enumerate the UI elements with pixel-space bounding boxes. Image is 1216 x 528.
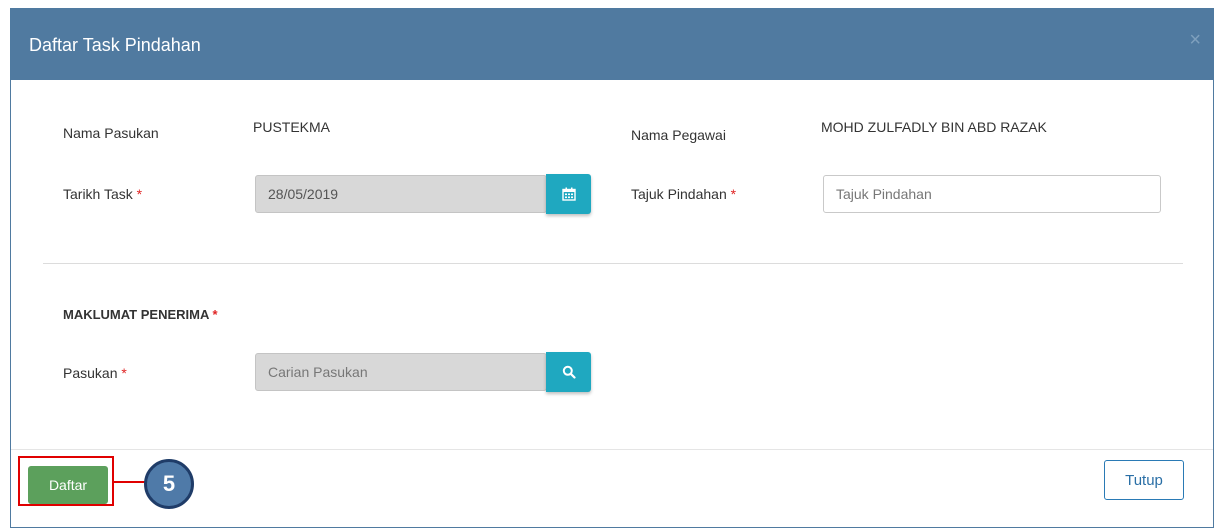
nama-pegawai-value: MOHD ZULFADLY BIN ABD RAZAK — [821, 119, 1047, 135]
tajuk-pindahan-label: Tajuk Pindahan * — [631, 186, 736, 202]
tajuk-pindahan-label-text: Tajuk Pindahan — [631, 186, 727, 202]
tutup-button-label: Tutup — [1125, 471, 1163, 489]
footer-divider — [11, 449, 1213, 450]
calendar-button[interactable] — [546, 174, 591, 214]
pasukan-label-text: Pasukan — [63, 365, 118, 381]
tarikh-task-label: Tarikh Task * — [63, 186, 142, 202]
nama-pegawai-label: Nama Pegawai — [631, 127, 726, 143]
required-mark: * — [212, 307, 218, 322]
nama-pasukan-label: Nama Pasukan — [63, 125, 159, 141]
tarikh-task-input[interactable]: 28/05/2019 — [255, 175, 547, 213]
pasukan-search-input[interactable]: Carian Pasukan — [255, 353, 547, 391]
pasukan-label: Pasukan * — [63, 365, 127, 381]
tajuk-pindahan-placeholder: Tajuk Pindahan — [836, 186, 932, 202]
nama-pasukan-value: PUSTEKMA — [253, 119, 331, 135]
section-divider — [43, 263, 1183, 264]
step-badge: 5 — [144, 459, 194, 509]
required-mark: * — [730, 186, 737, 202]
pasukan-placeholder: Carian Pasukan — [268, 364, 368, 380]
close-icon[interactable]: × — [1189, 29, 1201, 52]
calendar-icon — [561, 187, 576, 201]
modal-header: Daftar Task Pindahan × — [11, 9, 1213, 80]
tajuk-pindahan-input[interactable]: Tajuk Pindahan — [823, 175, 1161, 213]
step-number: 5 — [162, 471, 176, 496]
maklumat-penerima-text: MAKLUMAT PENERIMA — [63, 307, 209, 322]
daftar-task-modal: Daftar Task Pindahan × Nama Pasukan PUST… — [10, 8, 1214, 528]
maklumat-penerima-heading: MAKLUMAT PENERIMA * — [63, 307, 218, 322]
tarikh-task-value: 28/05/2019 — [268, 186, 339, 202]
tarikh-task-label-text: Tarikh Task — [63, 186, 133, 202]
tutup-button[interactable]: Tutup — [1104, 460, 1184, 500]
highlight-box — [18, 456, 114, 506]
search-button[interactable] — [546, 352, 591, 392]
search-icon — [562, 365, 576, 379]
modal-title: Daftar Task Pindahan — [29, 35, 201, 55]
required-mark: * — [121, 365, 127, 381]
required-mark: * — [136, 186, 143, 202]
